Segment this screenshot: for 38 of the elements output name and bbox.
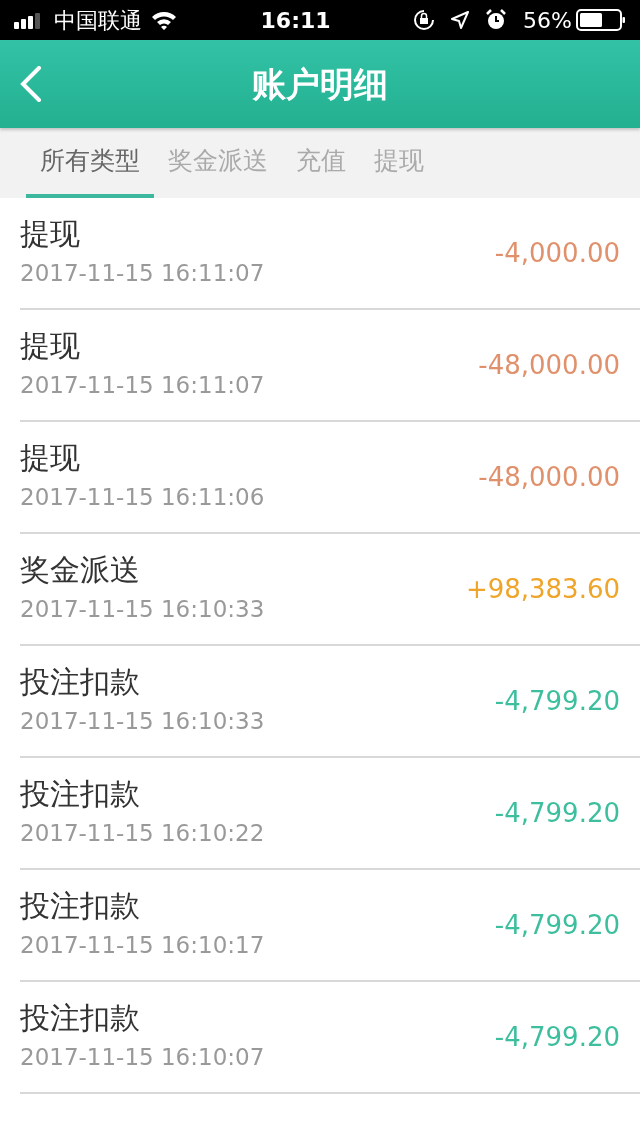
- record-time: 2017-11-15 16:11:07: [20, 258, 266, 288]
- page-title: 账户明细: [252, 62, 388, 106]
- filter-tab[interactable]: 所有类型: [26, 128, 154, 198]
- record-title: 投注扣款: [20, 663, 141, 700]
- record-amount: -4,799.20: [494, 1020, 620, 1054]
- record-amount: -4,799.20: [494, 796, 620, 830]
- record-time: 2017-11-15 16:10:22: [20, 818, 266, 848]
- record-amount: -48,000.00: [478, 460, 620, 494]
- wifi-icon: [150, 10, 178, 30]
- record-amount: -48,000.00: [478, 348, 620, 382]
- record-title: 奖金派送: [20, 551, 141, 588]
- filter-tab[interactable]: 奖金派送: [154, 128, 282, 198]
- record-time: 2017-11-15 16:10:07: [20, 1042, 266, 1072]
- record-time: 2017-11-15 16:10:33: [20, 594, 266, 624]
- location-icon: [451, 11, 470, 29]
- record-amount: -4,799.20: [494, 684, 620, 718]
- record-amount: -4,000.00: [494, 236, 620, 270]
- rotation-lock-icon: [413, 9, 436, 31]
- battery-percent: 56%: [523, 6, 572, 35]
- alarm-icon: [485, 9, 508, 31]
- carrier-name: 中国联通: [54, 6, 142, 35]
- filter-tab[interactable]: 提现: [360, 128, 438, 198]
- battery-icon: [576, 9, 626, 31]
- record-time: 2017-11-15 16:11:07: [20, 370, 266, 400]
- record-amount: -4,799.20: [494, 908, 620, 942]
- record-title: 投注扣款: [20, 775, 141, 812]
- record-time: 2017-11-15 16:10:17: [20, 930, 266, 960]
- filter-tab[interactable]: 充值: [282, 128, 360, 198]
- record-title: 提现: [20, 215, 81, 252]
- record-title: 提现: [20, 439, 81, 476]
- record-time: 2017-11-15 16:10:33: [20, 706, 266, 736]
- record-amount: +98,383.60: [465, 572, 620, 606]
- back-icon[interactable]: [20, 66, 42, 102]
- record-time: 2017-11-15 16:11:06: [20, 482, 266, 512]
- record-title: 投注扣款: [20, 887, 141, 924]
- record-title: 投注扣款: [20, 999, 141, 1036]
- clock-time: 16:11: [260, 7, 331, 33]
- record-title: 提现: [20, 327, 81, 364]
